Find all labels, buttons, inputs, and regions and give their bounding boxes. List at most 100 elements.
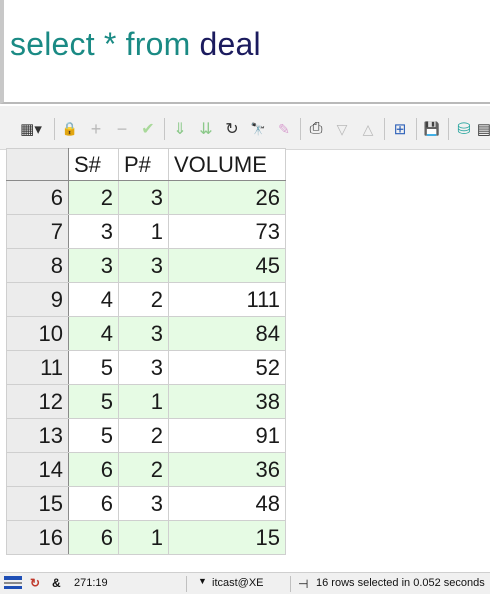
cell-volume[interactable]: 45 bbox=[168, 248, 286, 283]
cell-s[interactable]: 6 bbox=[68, 452, 119, 487]
cell-p[interactable]: 1 bbox=[118, 384, 169, 419]
result-grid: S# P# VOLUME 6 2 3 26 7 3 1 73 8 3 3 45 … bbox=[6, 148, 286, 555]
power-icon[interactable]: ↻ bbox=[30, 576, 40, 590]
cell-volume[interactable]: 48 bbox=[168, 486, 286, 521]
table-row[interactable]: 6 2 3 26 bbox=[6, 180, 286, 215]
grid-header-row: S# P# VOLUME bbox=[6, 148, 286, 181]
down-icon[interactable]: ⇓ bbox=[170, 118, 190, 140]
row-number[interactable]: 14 bbox=[6, 452, 69, 487]
connection-name[interactable]: itcast@XE bbox=[212, 577, 264, 589]
cell-p[interactable]: 3 bbox=[118, 316, 169, 351]
keyword-from: from bbox=[125, 26, 191, 62]
table-row[interactable]: 13 5 2 91 bbox=[6, 418, 286, 453]
toolbar-separator bbox=[164, 118, 165, 140]
cell-volume[interactable]: 91 bbox=[168, 418, 286, 453]
prev-icon[interactable]: △ bbox=[358, 118, 378, 140]
cell-volume[interactable]: 38 bbox=[168, 384, 286, 419]
table-row[interactable]: 8 3 3 45 bbox=[6, 248, 286, 283]
cell-volume[interactable]: 111 bbox=[168, 282, 286, 317]
row-number[interactable]: 13 bbox=[6, 418, 69, 453]
ampersand-icon: & bbox=[52, 576, 61, 590]
table-name: deal bbox=[199, 26, 261, 62]
sql-text[interactable]: select * from deal bbox=[10, 26, 261, 63]
cell-p[interactable]: 2 bbox=[118, 418, 169, 453]
row-number[interactable]: 8 bbox=[6, 248, 69, 283]
cell-p[interactable]: 2 bbox=[118, 452, 169, 487]
cursor-position: 271:19 bbox=[74, 577, 108, 589]
cell-s[interactable]: 6 bbox=[68, 520, 119, 555]
cell-s[interactable]: 5 bbox=[68, 418, 119, 453]
row-number[interactable]: 11 bbox=[6, 350, 69, 385]
extra-icon[interactable]: ▤ bbox=[478, 118, 490, 140]
bottom-strip bbox=[0, 594, 490, 606]
row-number[interactable]: 6 bbox=[6, 180, 69, 215]
refresh-icon[interactable]: ↻ bbox=[222, 118, 242, 140]
sql-editor[interactable]: select * from deal bbox=[0, 0, 490, 104]
cell-volume[interactable]: 26 bbox=[168, 180, 286, 215]
find-icon[interactable]: 🔭 bbox=[248, 118, 268, 140]
cell-volume[interactable]: 36 bbox=[168, 452, 286, 487]
keyword-select: select bbox=[10, 26, 95, 62]
cell-s[interactable]: 5 bbox=[68, 350, 119, 385]
column-header-volume[interactable]: VOLUME bbox=[168, 148, 286, 181]
star-operator: * bbox=[103, 26, 117, 62]
row-number[interactable]: 15 bbox=[6, 486, 69, 521]
cell-volume[interactable]: 52 bbox=[168, 350, 286, 385]
print-icon[interactable]: ⎙ bbox=[306, 118, 326, 140]
cell-p[interactable]: 3 bbox=[118, 180, 169, 215]
cell-volume[interactable]: 84 bbox=[168, 316, 286, 351]
cell-s[interactable]: 6 bbox=[68, 486, 119, 521]
toolbar-separator bbox=[384, 118, 385, 140]
table-row[interactable]: 15 6 3 48 bbox=[6, 486, 286, 521]
status-bar: ↻ & 271:19 ▼ itcast@XE ⊣ 16 rows selecte… bbox=[0, 572, 490, 594]
status-separator bbox=[186, 576, 187, 592]
cell-volume[interactable]: 73 bbox=[168, 214, 286, 249]
add-icon[interactable]: + bbox=[86, 118, 106, 140]
grid-corner[interactable] bbox=[6, 148, 69, 181]
row-number[interactable]: 16 bbox=[6, 520, 69, 555]
save-icon[interactable]: 💾 bbox=[422, 118, 442, 140]
cell-p[interactable]: 1 bbox=[118, 214, 169, 249]
table-row[interactable]: 7 3 1 73 bbox=[6, 214, 286, 249]
cell-s[interactable]: 5 bbox=[68, 384, 119, 419]
toolbar-separator bbox=[54, 118, 55, 140]
cell-p[interactable]: 3 bbox=[118, 248, 169, 283]
table-row[interactable]: 16 6 1 15 bbox=[6, 520, 286, 555]
table-row[interactable]: 14 6 2 36 bbox=[6, 452, 286, 487]
table-row[interactable]: 10 4 3 84 bbox=[6, 316, 286, 351]
last-icon[interactable]: ⇊ bbox=[196, 118, 216, 140]
cell-s[interactable]: 3 bbox=[68, 248, 119, 283]
connection-dropdown-icon[interactable]: ▼ bbox=[198, 576, 207, 586]
column-header-p[interactable]: P# bbox=[118, 148, 169, 181]
cell-s[interactable]: 2 bbox=[68, 180, 119, 215]
cell-volume[interactable]: 15 bbox=[168, 520, 286, 555]
cell-s[interactable]: 4 bbox=[68, 282, 119, 317]
row-number[interactable]: 10 bbox=[6, 316, 69, 351]
next-icon[interactable]: ▽ bbox=[332, 118, 352, 140]
tree-icon[interactable]: ⊞ bbox=[390, 118, 410, 140]
post-icon[interactable]: ✔ bbox=[138, 118, 158, 140]
cell-p[interactable]: 3 bbox=[118, 486, 169, 521]
status-separator bbox=[290, 576, 291, 592]
cell-p[interactable]: 2 bbox=[118, 282, 169, 317]
table-row[interactable]: 12 5 1 38 bbox=[6, 384, 286, 419]
cell-p[interactable]: 3 bbox=[118, 350, 169, 385]
row-number[interactable]: 12 bbox=[6, 384, 69, 419]
row-number[interactable]: 7 bbox=[6, 214, 69, 249]
toolbar-separator bbox=[300, 118, 301, 140]
lock-icon[interactable]: 🔒 bbox=[60, 118, 80, 140]
cell-s[interactable]: 3 bbox=[68, 214, 119, 249]
row-number[interactable]: 9 bbox=[6, 282, 69, 317]
database-icon[interactable]: ⛁ bbox=[454, 118, 474, 140]
table-row[interactable]: 11 5 3 52 bbox=[6, 350, 286, 385]
clear-icon[interactable]: ✎ bbox=[274, 118, 294, 140]
grid-menu-icon[interactable]: ▦▾ bbox=[14, 118, 48, 140]
remove-icon[interactable]: − bbox=[112, 118, 132, 140]
cell-s[interactable]: 4 bbox=[68, 316, 119, 351]
table-row[interactable]: 9 4 2 111 bbox=[6, 282, 286, 317]
window-list-icon[interactable] bbox=[4, 575, 22, 590]
column-header-s[interactable]: S# bbox=[68, 148, 119, 181]
cell-p[interactable]: 1 bbox=[118, 520, 169, 555]
toolbar-separator bbox=[448, 118, 449, 140]
toolbar-separator bbox=[416, 118, 417, 140]
